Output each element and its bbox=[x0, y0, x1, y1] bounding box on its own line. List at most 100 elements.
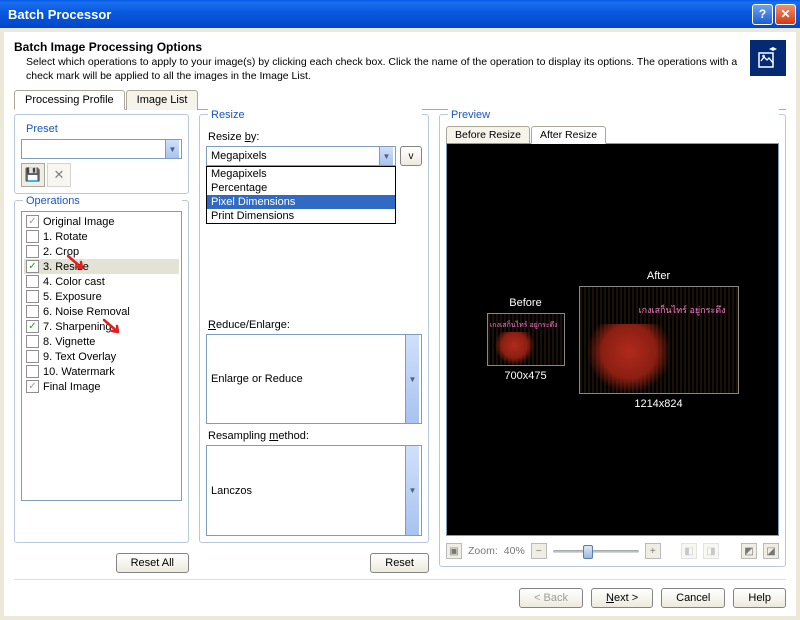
operation-item[interactable]: 8. Vignette bbox=[24, 334, 179, 349]
preview-tabs: Before Resize After Resize bbox=[446, 125, 779, 143]
operations-list: ✓ Original Image1. Rotate 2. Crop ✓ 3. Resiz… bbox=[21, 211, 182, 501]
page-title: Batch Image Processing Options bbox=[14, 40, 742, 54]
dropdown-option[interactable]: Megapixels bbox=[207, 167, 395, 181]
after-label: After bbox=[647, 270, 670, 282]
header: Batch Image Processing Options Select wh… bbox=[14, 40, 786, 83]
dropdown-option[interactable]: Percentage bbox=[207, 181, 395, 195]
tab-processing-profile[interactable]: Processing Profile bbox=[14, 90, 125, 110]
chevron-down-icon: ▼ bbox=[379, 147, 393, 165]
tab-before-resize[interactable]: Before Resize bbox=[446, 126, 530, 144]
batch-icon bbox=[750, 40, 786, 76]
before-dimensions: 700x475 bbox=[504, 370, 546, 382]
dropdown-option[interactable]: Print Dimensions bbox=[207, 209, 395, 223]
operation-label: 4. Color cast bbox=[43, 276, 105, 288]
resize-by-dropdown: MegapixelsPercentagePixel DimensionsPrin… bbox=[206, 166, 396, 224]
titlebar: Batch Processor ? ✕ bbox=[0, 0, 800, 28]
operation-label: 10. Watermark bbox=[43, 366, 115, 378]
main-tabs: Processing Profile Image List bbox=[14, 89, 786, 110]
operation-label: 6. Noise Removal bbox=[43, 306, 130, 318]
tool-icon: ◧ bbox=[681, 543, 697, 559]
resampling-value: Lanczos bbox=[209, 485, 405, 497]
delete-preset-button: ✕ bbox=[47, 163, 71, 187]
operation-item[interactable]: ✓ 3. Resize bbox=[24, 259, 179, 274]
resampling-label: Resampling method: bbox=[208, 430, 422, 442]
window-body: Batch Image Processing Options Select wh… bbox=[4, 32, 796, 616]
zoom-in-button[interactable]: + bbox=[645, 543, 661, 559]
reduce-enlarge-value: Enlarge or Reduce bbox=[209, 373, 405, 385]
reset-all-button[interactable]: Reset All bbox=[116, 553, 189, 573]
operation-item[interactable]: 6. Noise Removal bbox=[24, 304, 179, 319]
preview-canvas[interactable]: Before เกงเสก็นไทร์ อยู่กระดึง 700x475 A… bbox=[446, 143, 779, 536]
resampling-combo[interactable]: Lanczos ▼ bbox=[206, 445, 422, 536]
resize-group: Resize Resize by: Megapixels ▼ Megapixel… bbox=[199, 114, 429, 543]
titlebar-close-button[interactable]: ✕ bbox=[775, 4, 796, 25]
operation-item[interactable]: 2. Crop bbox=[24, 244, 179, 259]
fit-screen-icon[interactable]: ▣ bbox=[446, 543, 462, 559]
next-button[interactable]: Next > bbox=[591, 588, 653, 608]
operation-item[interactable]: ✓ 7. Sharpening bbox=[24, 319, 179, 334]
resize-aux-button[interactable]: v bbox=[400, 146, 422, 166]
checkbox[interactable] bbox=[26, 245, 39, 258]
preview-before-column: Before เกงเสก็นไทร์ อยู่กระดึง 700x475 bbox=[487, 297, 565, 382]
tool-icon[interactable]: ◩ bbox=[741, 543, 757, 559]
checkbox[interactable] bbox=[26, 335, 39, 348]
operation-label: 5. Exposure bbox=[43, 291, 102, 303]
operation-label: Original Image bbox=[43, 216, 115, 228]
preset-combo[interactable]: ▼ bbox=[21, 139, 182, 159]
reduce-enlarge-label: Reduce/Enlarge: bbox=[208, 319, 422, 331]
overlay-text: เกงเสก็นไทร์ อยู่กระดึง bbox=[490, 322, 558, 330]
operation-item[interactable]: 10. Watermark bbox=[24, 364, 179, 379]
resize-title: Resize bbox=[208, 109, 422, 121]
operation-label: 3. Resize bbox=[43, 261, 89, 273]
operation-label: 2. Crop bbox=[43, 246, 79, 258]
zoom-controls: ▣ Zoom: 40% − + ◧ ◨ ◩ ◪ bbox=[446, 542, 779, 560]
operation-label: 8. Vignette bbox=[43, 336, 95, 348]
operation-label: 7. Sharpening bbox=[43, 321, 112, 333]
zoom-value: 40% bbox=[504, 545, 525, 557]
checkbox[interactable]: ✓ bbox=[26, 260, 39, 273]
zoom-slider[interactable] bbox=[553, 542, 639, 560]
checkbox[interactable] bbox=[26, 305, 39, 318]
before-thumbnail: เกงเสก็นไทร์ อยู่กระดึง bbox=[487, 313, 565, 366]
tab-after-resize[interactable]: After Resize bbox=[531, 126, 606, 144]
operation-item[interactable]: 5. Exposure bbox=[24, 289, 179, 304]
save-preset-button[interactable]: 💾 bbox=[21, 163, 45, 187]
preview-group: Preview Before Resize After Resize Befor… bbox=[439, 114, 786, 567]
help-button[interactable]: Help bbox=[733, 588, 786, 608]
titlebar-help-button[interactable]: ? bbox=[752, 4, 773, 25]
checkbox[interactable] bbox=[26, 275, 39, 288]
checkbox: ✓ bbox=[26, 215, 39, 228]
checkbox[interactable] bbox=[26, 230, 39, 243]
resize-by-combo[interactable]: Megapixels ▼ bbox=[206, 146, 396, 166]
preview-after-column: After เกงเสก็นไทร์ อยู่กระดึง 1214x824 bbox=[579, 270, 739, 410]
zoom-out-button[interactable]: − bbox=[531, 543, 547, 559]
after-dimensions: 1214x824 bbox=[634, 398, 682, 410]
checkbox[interactable] bbox=[26, 290, 39, 303]
operation-item[interactable]: 9. Text Overlay bbox=[24, 349, 179, 364]
after-thumbnail: เกงเสก็นไทร์ อยู่กระดึง bbox=[579, 286, 739, 394]
window-title: Batch Processor bbox=[8, 7, 750, 22]
operation-item[interactable]: 4. Color cast bbox=[24, 274, 179, 289]
operation-item[interactable]: 1. Rotate bbox=[24, 229, 179, 244]
tool-icon: ◨ bbox=[703, 543, 719, 559]
save-icon: 💾 bbox=[25, 167, 41, 183]
chevron-down-icon: ▼ bbox=[165, 140, 179, 158]
checkbox[interactable] bbox=[26, 350, 39, 363]
page-description: Select which operations to apply to your… bbox=[14, 56, 742, 83]
checkbox[interactable] bbox=[26, 365, 39, 378]
reset-button[interactable]: Reset bbox=[370, 553, 429, 573]
preview-title: Preview bbox=[448, 109, 779, 121]
operation-item[interactable]: ✓Final Image bbox=[24, 379, 179, 394]
operation-label: 9. Text Overlay bbox=[43, 351, 116, 363]
operation-item[interactable]: ✓ Original Image bbox=[24, 214, 179, 229]
reduce-enlarge-combo[interactable]: Enlarge or Reduce ▼ bbox=[206, 334, 422, 425]
preset-title: Preset bbox=[23, 123, 61, 135]
checkbox: ✓ bbox=[26, 380, 39, 393]
tab-image-list[interactable]: Image List bbox=[126, 90, 199, 110]
cancel-button[interactable]: Cancel bbox=[661, 588, 725, 608]
tool-icon[interactable]: ◪ bbox=[763, 543, 779, 559]
checkbox[interactable]: ✓ bbox=[26, 320, 39, 333]
chevron-down-icon: ▼ bbox=[405, 335, 419, 424]
dropdown-option[interactable]: Pixel Dimensions bbox=[207, 195, 395, 209]
footer-buttons: < Back Next > Cancel Help bbox=[14, 579, 786, 608]
